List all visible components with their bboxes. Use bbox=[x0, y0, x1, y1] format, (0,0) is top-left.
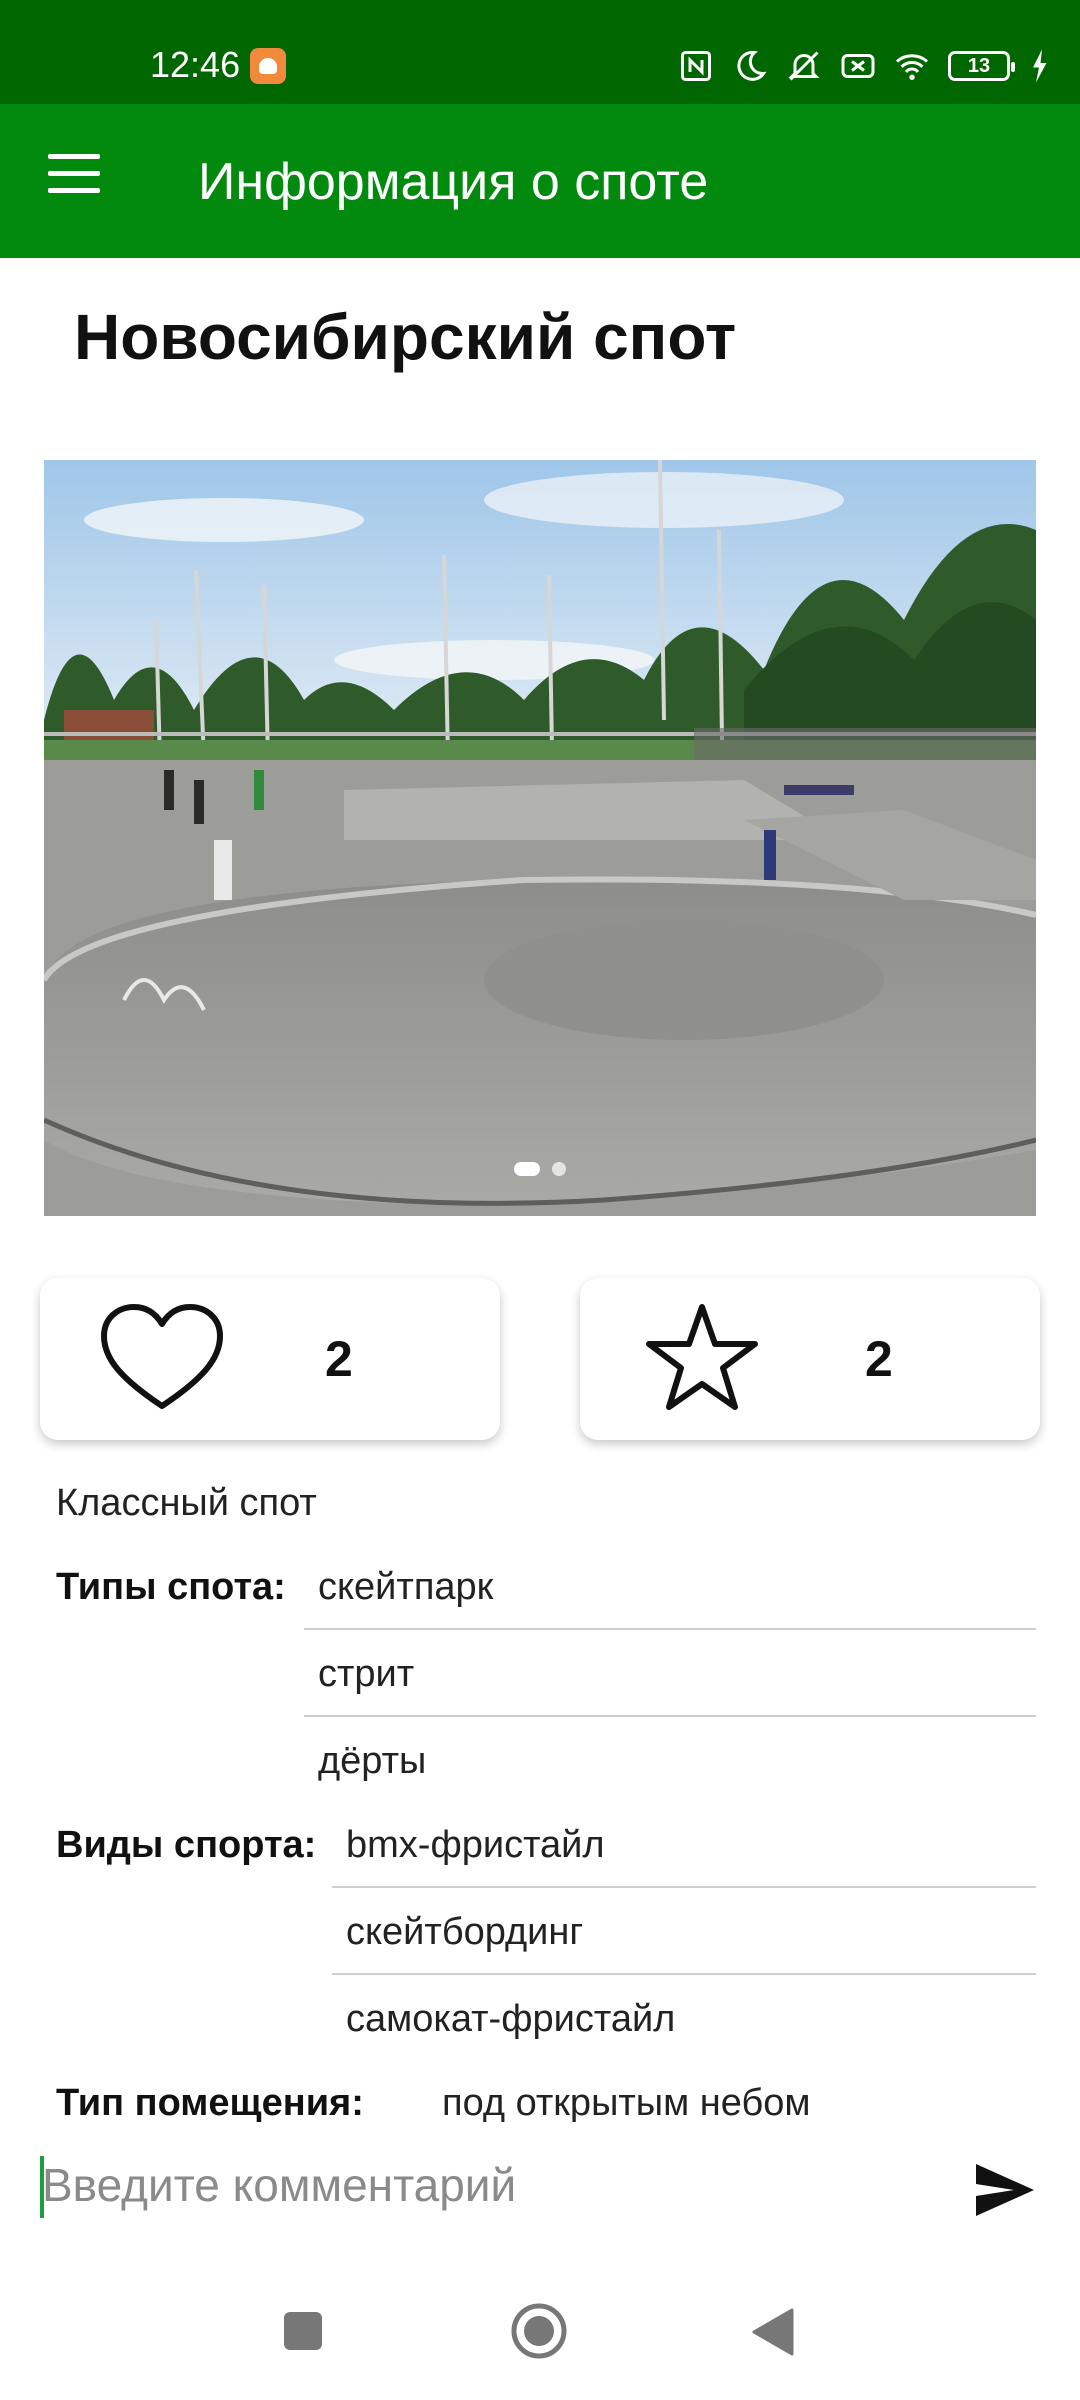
spot-types-label: Типы спота: bbox=[56, 1566, 286, 1608]
sport-item: самокат-фристайл bbox=[346, 1998, 676, 2040]
divider bbox=[304, 1715, 1036, 1717]
sports-label: Виды спорта: bbox=[56, 1824, 317, 1866]
spot-title: Новосибирский спот bbox=[74, 301, 737, 373]
text-cursor bbox=[40, 2156, 44, 2218]
sport-item: скейтбординг bbox=[346, 1911, 584, 1953]
pager-dot-active[interactable] bbox=[514, 1162, 540, 1176]
send-icon[interactable] bbox=[974, 2162, 1036, 2218]
favorite-card[interactable]: 2 bbox=[580, 1278, 1040, 1440]
heart-outline-icon[interactable] bbox=[100, 1302, 224, 1414]
screen: 12:46 13 Информация о споте Новосибирски… bbox=[0, 0, 1080, 2400]
sport-item: bmx-фристайл bbox=[346, 1824, 605, 1866]
comment-bar bbox=[0, 2122, 1080, 2268]
spot-type-item: дёрты bbox=[318, 1740, 427, 1782]
system-nav-bar bbox=[0, 2268, 1080, 2400]
premises-type-value: под открытым небом bbox=[442, 2082, 811, 2122]
skatepark-photo bbox=[44, 460, 1036, 1216]
divider bbox=[332, 1973, 1036, 1975]
like-count: 2 bbox=[325, 1331, 353, 1387]
photo-pager bbox=[44, 1162, 1036, 1176]
spot-type-item: стрит bbox=[318, 1653, 415, 1695]
like-card[interactable]: 2 bbox=[40, 1278, 500, 1440]
comment-input[interactable] bbox=[38, 2150, 938, 2220]
spot-photo-carousel[interactable] bbox=[44, 460, 1036, 1216]
star-outline-icon[interactable] bbox=[640, 1302, 764, 1414]
divider bbox=[332, 1886, 1036, 1888]
back-triangle-icon[interactable] bbox=[752, 2308, 794, 2356]
spot-description: Классный спот bbox=[56, 1482, 317, 1524]
pager-dot[interactable] bbox=[552, 1162, 566, 1176]
home-circle-icon[interactable] bbox=[510, 2302, 568, 2360]
content-scroll[interactable]: Новосибирский спот 2 2 Классный спот Тип… bbox=[0, 0, 1080, 2122]
divider bbox=[304, 1628, 1036, 1630]
recents-square-icon[interactable] bbox=[284, 2312, 322, 2350]
spot-type-item: скейтпарк bbox=[318, 1566, 494, 1608]
premises-type-label: Тип помещения: bbox=[56, 2082, 364, 2122]
favorite-count: 2 bbox=[865, 1331, 893, 1387]
